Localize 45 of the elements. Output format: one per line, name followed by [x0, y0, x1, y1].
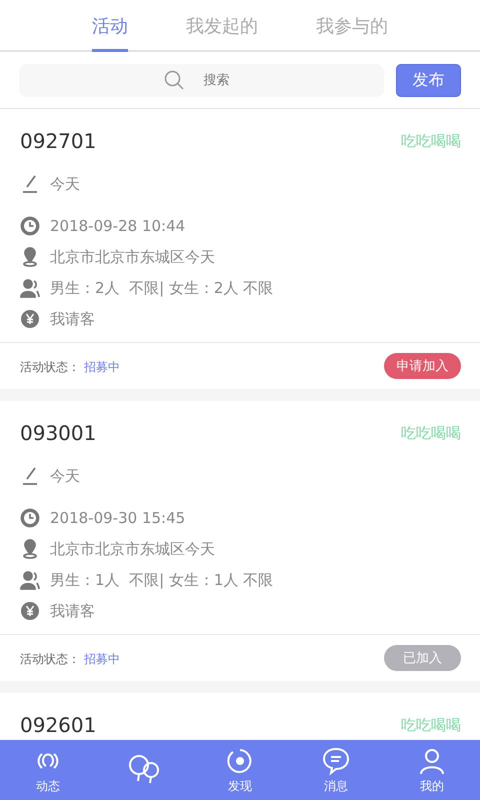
- note-text: 今天: [50, 466, 80, 486]
- status-value: 招募中: [84, 360, 120, 374]
- joined-button[interactable]: 已加入: [384, 645, 461, 671]
- date-time: 2018-09-30 15:45: [50, 509, 186, 527]
- status-label: 活动状态：: [20, 360, 80, 374]
- status-value: 招募中: [84, 652, 120, 666]
- yen-icon: [20, 309, 40, 329]
- category-label: 吃吃喝喝: [401, 132, 461, 150]
- publish-button[interactable]: 发布: [396, 64, 461, 96]
- activity-card[interactable]: 092701 吃吃喝喝 今天 2018-09-28 10:44 北京市北京市东城区今天 男生：2人 不限| 女生：2人 不限 我请客 活动状态： 招募中 申请加入: [0, 109, 480, 389]
- status-label: 活动状态：: [20, 652, 80, 666]
- payment-text: 我请客: [50, 310, 95, 328]
- category-label: 吃吃喝喝: [401, 716, 461, 734]
- people-icon: [20, 570, 40, 590]
- tab[interactable]: 我发起的: [186, 0, 258, 52]
- nav-label[interactable]: 消息: [324, 778, 348, 794]
- nav-label[interactable]: 我的: [420, 778, 444, 794]
- address-text: 北京市北京市东城区今天: [50, 248, 215, 266]
- category-label: 吃吃喝喝: [401, 424, 461, 442]
- activity-title: 093001: [20, 421, 96, 445]
- apply-button[interactable]: 申请加入: [384, 353, 461, 379]
- pencil-icon: [20, 174, 40, 194]
- people-icon: [20, 278, 40, 298]
- date-time: 2018-09-28 10:44: [50, 217, 186, 235]
- tab[interactable]: 我参与的: [316, 0, 388, 52]
- participants-text: 男生：2人 不限| 女生：2人 不限: [50, 278, 274, 298]
- activity-title: 092701: [20, 129, 96, 153]
- activity-card[interactable]: 092601 吃吃喝喝: [0, 693, 480, 739]
- activity-card[interactable]: 093001 吃吃喝喝 今天 2018-09-30 15:45 北京市北京市东城区今天 男生：1人 不限| 女生：1人 不限 我请客 活动状态： 招募中 已加入: [0, 401, 480, 681]
- nav-label[interactable]: 发现: [228, 778, 252, 794]
- search-field[interactable]: 搜索: [19, 64, 384, 96]
- pencil-icon: [20, 466, 40, 486]
- chat-bubble-icon: [321, 746, 351, 776]
- address-text: 北京市北京市东城区今天: [50, 540, 215, 558]
- location-pin-icon: [20, 247, 40, 267]
- search-icon: [164, 70, 184, 90]
- clock-icon: [20, 508, 40, 528]
- activity-title: 092601: [20, 713, 96, 737]
- participants-text: 男生：1人 不限| 女生：1人 不限: [50, 570, 274, 590]
- note-text: 今天: [50, 174, 80, 194]
- yen-icon: [20, 601, 40, 621]
- clock-icon: [20, 216, 40, 236]
- payment-text: 我请客: [50, 602, 95, 620]
- nav-label[interactable]: 动态: [36, 778, 60, 794]
- location-pin-icon: [20, 539, 40, 559]
